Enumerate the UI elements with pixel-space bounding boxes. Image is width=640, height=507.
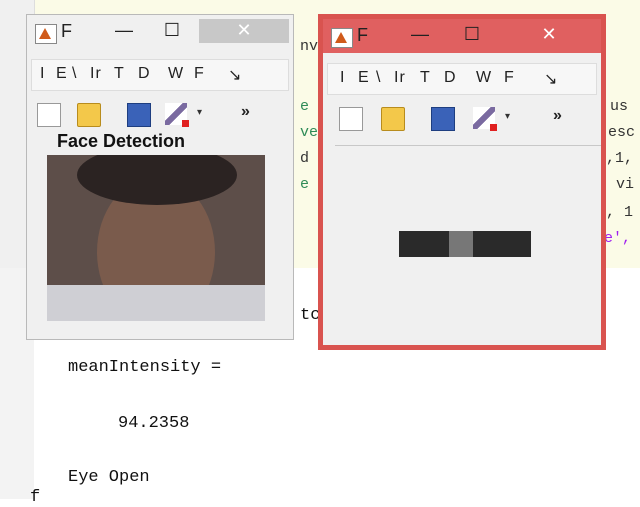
new-file-icon[interactable] [37,103,61,127]
toolbar-overflow-icon[interactable]: » [241,103,250,121]
menu-item-insert[interactable]: Ir [90,65,102,83]
save-icon[interactable] [431,107,455,131]
code-fragment: e', [604,230,632,247]
chevron-down-icon[interactable]: ▾ [197,107,202,118]
code-fragment: e [300,98,310,115]
menu-item-window[interactable]: W [168,65,184,83]
close-button[interactable]: ✕ [199,19,289,43]
window-title: F [61,21,72,41]
figure-window-eyes[interactable]: F — ☐ ✕ I E \ Ir T D W F ↘ ▾ » [318,14,606,350]
brush-icon[interactable] [165,103,189,127]
brush-icon[interactable] [473,107,497,131]
menu-bar: I E \ Ir T D W F ↘ [31,59,289,91]
menu-item-edit[interactable]: E [56,65,68,83]
open-folder-icon[interactable] [77,103,101,127]
code-fragment: , 1 [606,204,634,221]
axes-title: Face Detection [57,131,186,151]
open-folder-icon[interactable] [381,107,405,131]
code-fragment: e [300,176,310,193]
menu-item-help[interactable]: F [504,69,515,87]
menu-item-window[interactable]: W [476,69,492,87]
minimize-button[interactable]: — [407,23,433,47]
figure-window-face[interactable]: F — ☐ ✕ I E \ Ir T D W F ↘ ▾ » Face Dete… [26,14,294,340]
eye-highlight [449,231,473,257]
menu-item-edit[interactable]: E [358,69,370,87]
save-icon[interactable] [127,103,151,127]
variable-value: 94.2358 [118,414,190,433]
menu-item-desktop[interactable]: D [138,65,151,83]
menu-overflow-icon[interactable]: ↘ [228,65,242,85]
code-fragment: nv [300,38,319,55]
code-fragment: ,1, [606,150,634,167]
menu-item-view[interactable]: \ [376,69,381,87]
close-button[interactable]: ✕ [501,23,597,47]
maximize-button[interactable]: ☐ [159,19,185,43]
toolbar-overflow-icon[interactable]: » [553,107,562,125]
menu-item-tools[interactable]: T [420,69,431,87]
menu-item-desktop[interactable]: D [444,69,457,87]
code-fragment: vi [616,176,635,193]
figure-toolbar: ▾ » [31,99,289,131]
maximize-button[interactable]: ☐ [459,23,485,47]
figure-toolbar: ▾ » [327,103,597,135]
minimize-button[interactable]: — [111,19,137,43]
code-fragment: us [610,98,629,115]
matlab-logo-icon [331,28,353,48]
code-fragment: ve [300,124,319,141]
code-fragment: d [300,150,310,167]
menu-item-file[interactable]: I [40,65,45,83]
menu-item-help[interactable]: F [194,65,205,83]
eye-region-image [399,231,531,257]
face-image [47,155,265,321]
title-bar[interactable]: F — ☐ ✕ [323,19,601,53]
menu-item-file[interactable]: I [340,69,345,87]
shirt-region [47,285,265,321]
command-prompt[interactable]: f [30,488,40,507]
title-bar[interactable]: F — ☐ ✕ [27,15,293,49]
matlab-logo-icon [35,24,57,44]
menu-item-tools[interactable]: T [114,65,125,83]
chevron-down-icon[interactable]: ▾ [505,111,510,122]
window-title: F [357,25,368,45]
menu-bar: I E \ Ir T D W F ↘ [327,63,597,95]
status-text: Eye Open [68,468,150,487]
variable-name: meanIntensity = [68,358,222,377]
menu-item-insert[interactable]: Ir [394,69,406,87]
code-fragment: esc [608,124,636,141]
menu-item-view[interactable]: \ [72,65,77,83]
hair-region [77,155,237,205]
menu-overflow-icon[interactable]: ↘ [544,69,558,89]
new-file-icon[interactable] [339,107,363,131]
